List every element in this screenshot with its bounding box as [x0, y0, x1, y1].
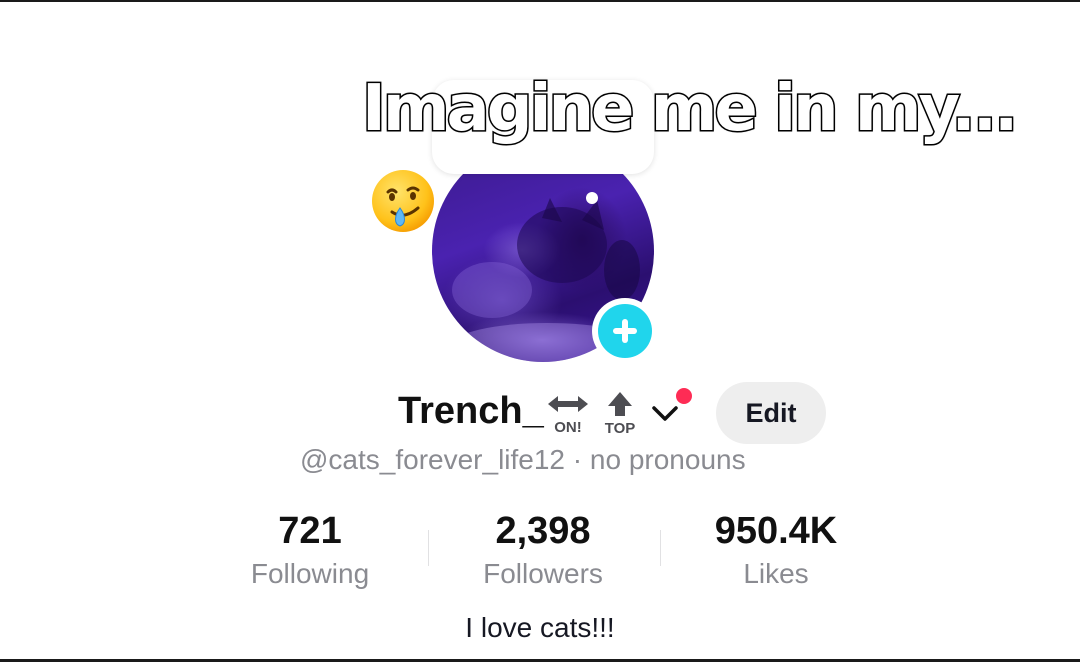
handle-line: @cats_forever_life12 · no pronouns	[300, 444, 790, 476]
following-label: Following	[250, 558, 370, 589]
stat-divider	[660, 530, 661, 566]
likes-count: 950.4K	[714, 510, 838, 552]
followers-count: 2,398	[495, 510, 591, 552]
thought-bubble-dot	[586, 192, 598, 204]
on-badge-text: ON!	[554, 419, 582, 436]
profile-screen: Imagine me in my... Trench_ ON! TOP Edit…	[0, 0, 1080, 662]
user-handle: @cats_forever_life12	[300, 444, 566, 475]
stat-divider	[428, 530, 429, 566]
tearful-smile-emoji-icon	[372, 170, 434, 232]
followers-label: Followers	[483, 558, 603, 589]
edit-profile-button[interactable]: Edit	[716, 382, 826, 444]
stat-likes[interactable]: 950.4K Likes	[676, 508, 876, 592]
plus-icon-background	[598, 304, 652, 358]
top-badge-text: TOP	[605, 420, 636, 436]
pronouns: no pronouns	[589, 444, 746, 475]
stat-following[interactable]: 721 Following	[210, 508, 410, 592]
add-story-button[interactable]	[592, 298, 658, 364]
top-border	[0, 0, 1080, 2]
likes-label: Likes	[743, 558, 809, 589]
notification-dot	[674, 386, 694, 406]
separator: ·	[572, 444, 583, 475]
video-caption-overlay: Imagine me in my...	[361, 71, 1020, 148]
left-right-arrow-icon: ON!	[548, 396, 588, 436]
username: Trench_	[398, 390, 544, 432]
up-arrow-icon: TOP	[605, 392, 636, 436]
stat-followers[interactable]: 2,398 Followers	[443, 508, 643, 592]
following-count: 721	[278, 510, 342, 552]
profile-bio: I love cats!!!	[465, 612, 615, 643]
chevron-down-icon[interactable]	[650, 402, 680, 426]
plus-icon	[613, 319, 637, 343]
